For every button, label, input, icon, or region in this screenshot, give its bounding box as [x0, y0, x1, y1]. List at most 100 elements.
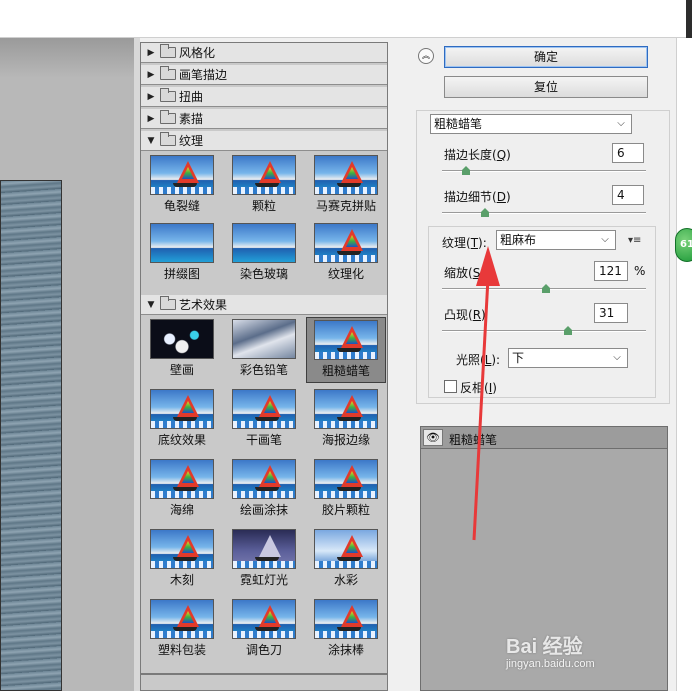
- filter-preview: [150, 599, 214, 639]
- filter-name: 海绵: [169, 503, 194, 517]
- relief-label: 凸现(R): [444, 308, 486, 322]
- filter-thumb-sponge[interactable]: 海绵: [142, 457, 222, 523]
- side-badge[interactable]: 61: [675, 228, 692, 262]
- texture-select-value: 粗麻布: [500, 233, 537, 247]
- filter-gallery[interactable]: ▶ 风格化 ▶ 画笔描边 ▶ 扭曲 ▶ 素描 ▼ 纹理 龟裂缝 颗粒 马赛克拼贴 拼缀图 …: [140, 42, 388, 691]
- filter-name: 龟裂缝: [163, 199, 200, 213]
- invert-shortcut: I: [488, 381, 493, 395]
- stroke-length-field[interactable]: 6: [612, 143, 644, 163]
- filter-thumb-underpainting[interactable]: 底纹效果: [142, 387, 222, 453]
- filter-name: 粗糙蜡笔: [321, 364, 370, 378]
- filter-name: 霓虹灯光: [239, 573, 288, 587]
- stroke-length-slider[interactable]: [442, 166, 646, 176]
- right-edge: [676, 38, 692, 691]
- filter-thumb-paint-daubs[interactable]: 绘画涂抹: [224, 457, 304, 523]
- light-shortcut: L: [484, 353, 492, 367]
- expand-triangle-icon[interactable]: ▶: [144, 70, 158, 80]
- stroke-detail-slider[interactable]: [442, 208, 646, 218]
- filter-thumb-craquelure[interactable]: 龟裂缝: [142, 153, 222, 219]
- filter-name: 木刻: [169, 573, 194, 587]
- category-label: 素描: [179, 112, 204, 126]
- filter-preview: [314, 223, 378, 263]
- category-sketch[interactable]: ▶ 素描: [141, 109, 387, 129]
- texture-select[interactable]: 粗麻布 ⌵: [496, 230, 616, 250]
- filter-thumb-stained-glass[interactable]: 染色玻璃: [224, 221, 304, 287]
- relief-field[interactable]: 31: [594, 303, 628, 323]
- chevron-down-icon: ⌵: [601, 234, 609, 245]
- filter-name: 涂抹棒: [327, 643, 364, 657]
- stroke-detail-shortcut: D: [496, 190, 506, 204]
- filter-preview: [314, 459, 378, 499]
- filter-name: 染色玻璃: [239, 267, 288, 281]
- preview-image[interactable]: [0, 180, 62, 691]
- category-texture[interactable]: ▼ 纹理: [141, 131, 387, 151]
- filter-select-value: 粗糙蜡笔: [434, 117, 483, 131]
- window-edge: [686, 0, 692, 38]
- ok-button[interactable]: 确定: [444, 46, 648, 68]
- category-distort[interactable]: ▶ 扭曲: [141, 87, 387, 107]
- invert-checkbox[interactable]: [444, 380, 457, 393]
- scaling-field[interactable]: 121: [594, 261, 628, 281]
- category-artistic[interactable]: ▼ 艺术效果: [141, 295, 387, 315]
- expand-triangle-icon[interactable]: ▶: [144, 92, 158, 102]
- filter-select[interactable]: 粗糙蜡笔 ⌵: [430, 114, 632, 134]
- reset-button[interactable]: 复位: [444, 76, 648, 98]
- relief-slider[interactable]: [442, 326, 646, 336]
- scaling-slider[interactable]: [442, 284, 646, 294]
- filter-thumb-smudge-stick[interactable]: 涂抹棒: [306, 597, 386, 663]
- filter-thumb-patchwork[interactable]: 拼缀图: [142, 221, 222, 287]
- preview-area[interactable]: [0, 38, 134, 691]
- slider-knob[interactable]: [462, 166, 470, 175]
- folder-icon: [160, 44, 176, 58]
- filter-preview: [314, 320, 378, 360]
- scaling-shortcut: S: [472, 266, 481, 280]
- slider-knob[interactable]: [564, 326, 572, 335]
- filter-preview: [232, 155, 296, 195]
- chevron-down-icon: ⌵: [617, 118, 625, 129]
- filter-thumb-colored-pencil[interactable]: 彩色铅笔: [224, 317, 304, 383]
- filter-preview: [150, 459, 214, 499]
- category-label: 纹理: [179, 134, 204, 148]
- filter-name: 干画笔: [245, 433, 282, 447]
- eye-icon[interactable]: 👁: [423, 429, 443, 446]
- filter-name: 纹理化: [327, 267, 364, 281]
- collapse-gallery-icon[interactable]: ︽: [418, 48, 434, 64]
- filter-thumb-poster-edges[interactable]: 海报边缘: [306, 387, 386, 453]
- filter-thumb-grain[interactable]: 颗粒: [224, 153, 304, 219]
- filter-preview: [314, 155, 378, 195]
- category-brush-strokes[interactable]: ▶ 画笔描边: [141, 65, 387, 85]
- filter-thumb-cutout[interactable]: 木刻: [142, 527, 222, 593]
- filter-thumb-watercolor[interactable]: 水彩: [306, 527, 386, 593]
- filter-thumb-dry-brush[interactable]: 干画笔: [224, 387, 304, 453]
- filter-preview: [232, 529, 296, 569]
- filter-preview: [232, 223, 296, 263]
- stroke-detail-label: 描边细节(D): [444, 190, 511, 204]
- filter-thumb-fresco[interactable]: 壁画: [142, 317, 222, 383]
- slider-knob[interactable]: [481, 208, 489, 217]
- settings-panel: ︽ 确定 复位 粗糙蜡笔 ⌵ 描边长度(Q) 6 描边细节(D) 4 纹理(T)…: [412, 38, 676, 691]
- expand-triangle-icon[interactable]: ▶: [144, 114, 158, 124]
- category-stylize[interactable]: ▶ 风格化: [141, 43, 387, 63]
- filter-name: 水彩: [333, 573, 358, 587]
- texture-menu-icon[interactable]: ▾≡: [628, 235, 641, 246]
- light-select[interactable]: 下 ⌵: [508, 348, 628, 368]
- filter-thumb-plastic-wrap[interactable]: 塑料包装: [142, 597, 222, 663]
- filter-thumb-texturizer[interactable]: 纹理化: [306, 221, 386, 287]
- filter-thumb-neon-glow[interactable]: 霓虹灯光: [224, 527, 304, 593]
- filter-thumb-film-grain[interactable]: 胶片颗粒: [306, 457, 386, 523]
- expand-triangle-icon[interactable]: ▶: [144, 48, 158, 58]
- filter-preview: [232, 599, 296, 639]
- filter-preview: [232, 389, 296, 429]
- collapse-triangle-icon[interactable]: ▼: [144, 136, 158, 146]
- baidu-watermark: Bai 经验 jingyan.baidu.com: [506, 630, 656, 682]
- filter-thumb-mosaic-tiles[interactable]: 马赛克拼贴: [306, 153, 386, 219]
- texture-shortcut: T: [470, 236, 479, 250]
- slider-knob[interactable]: [542, 284, 550, 293]
- effect-layer-row[interactable]: 👁 粗糙蜡笔: [421, 427, 667, 449]
- filter-preview: [150, 319, 214, 359]
- collapse-triangle-icon[interactable]: ▼: [144, 300, 158, 310]
- filter-thumb-palette-knife[interactable]: 调色刀: [224, 597, 304, 663]
- filter-thumb-rough-pastels[interactable]: 粗糙蜡笔: [306, 317, 386, 383]
- stroke-detail-field[interactable]: 4: [612, 185, 644, 205]
- folder-icon: [160, 66, 176, 80]
